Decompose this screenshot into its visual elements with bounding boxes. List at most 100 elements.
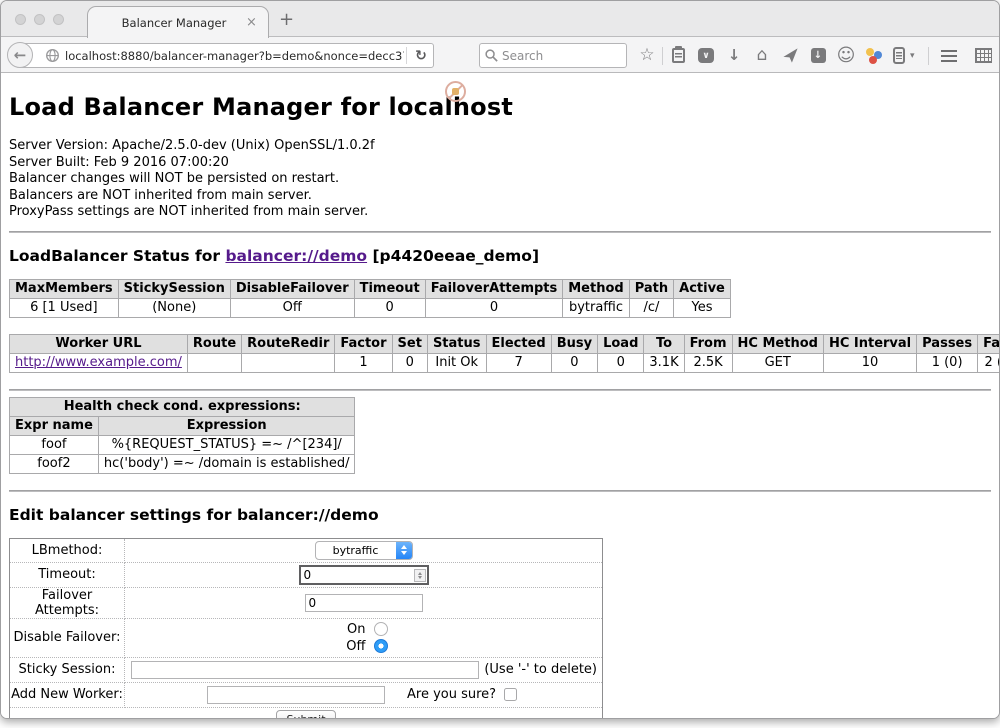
disable-failover-on-radio[interactable] [374, 622, 388, 636]
col-from: From [684, 334, 732, 353]
status-heading: LoadBalancer Status for balancer://demo … [9, 247, 991, 265]
cell-set: 0 [392, 353, 427, 372]
lbmethod-select[interactable]: bytraffic [315, 541, 413, 560]
col-failoverattempts: FailoverAttempts [425, 279, 563, 298]
server-info: Server Version: Apache/2.5.0-dev (Unix) … [9, 138, 991, 221]
col-path: Path [629, 279, 673, 298]
sticky-session-input[interactable] [131, 661, 479, 679]
minimize-window-button[interactable] [34, 14, 45, 25]
reload-icon[interactable]: ↻ [409, 48, 433, 64]
close-window-button[interactable] [15, 14, 26, 25]
cell-expr-name-foof2: foof2 [10, 454, 99, 473]
menu-hamburger-icon[interactable] [935, 50, 963, 62]
col-active: Active [674, 279, 731, 298]
health-header-row: Expr name Expression [10, 416, 355, 435]
cell-from: 2.5K [684, 353, 732, 372]
color-dots-icon[interactable] [860, 47, 888, 64]
cell-elected: 7 [486, 353, 551, 372]
persist-note-line: Balancer changes will NOT be persisted o… [9, 171, 991, 188]
search-input[interactable] [502, 49, 622, 63]
pocket-icon[interactable]: ∨ [692, 48, 720, 63]
save-page-icon[interactable]: ↓ [804, 48, 832, 63]
send-tab-icon[interactable] [776, 47, 804, 64]
health-table-title: Health check cond. expressions: [10, 397, 355, 416]
col-hc-interval: HC Interval [823, 334, 916, 353]
sticky-session-note: (Use '-' to delete) [479, 662, 598, 677]
cell-load: 0 [598, 353, 644, 372]
add-worker-input[interactable] [207, 686, 385, 704]
are-you-sure-checkbox[interactable] [504, 688, 517, 701]
add-worker-label: Add New Worker: [10, 682, 125, 707]
server-version-line: Server Version: Apache/2.5.0-dev (Unix) … [9, 138, 991, 155]
col-timeout: Timeout [354, 279, 425, 298]
balancer-header-row: MaxMembers StickySession DisableFailover… [10, 279, 731, 298]
disable-failover-off-radio[interactable] [374, 639, 388, 653]
forum-smiley-icon[interactable]: ☺ [832, 47, 860, 65]
worker-url-link[interactable]: http://www.example.com/ [15, 355, 182, 370]
toolbar-separator [662, 47, 663, 65]
col-to: To [644, 334, 684, 353]
sticky-session-label: Sticky Session: [10, 657, 125, 682]
edit-balancer-form: LBmethod: bytraffic Timeout: [9, 538, 603, 718]
radio-on-label: On [340, 622, 366, 637]
cell-expression-foof: %{REQUEST_STATUS} =~ /^[234]/ [98, 435, 355, 454]
cell-route [187, 353, 241, 372]
col-busy: Busy [551, 334, 597, 353]
submit-button[interactable]: Submit [276, 710, 335, 718]
col-elected: Elected [486, 334, 551, 353]
col-method: Method [563, 279, 629, 298]
worker-table: Worker URL Route RouteRedir Factor Set S… [9, 334, 999, 373]
tab-close-icon[interactable]: × [246, 15, 268, 30]
add-worker-row: Add New Worker: Are you sure? [10, 682, 603, 707]
inherit-note-line: Balancers are NOT inherited from main se… [9, 188, 991, 205]
url-bar[interactable]: localhost:8880/balancer-manager?b=demo&n… [20, 43, 434, 68]
col-disablefailover: DisableFailover [230, 279, 354, 298]
col-routeredir: RouteRedir [242, 334, 335, 353]
reading-list-icon[interactable] [664, 48, 692, 63]
health-row-foof2: foof2 hc('body') =~ /domain is establish… [10, 454, 355, 473]
globe-icon [45, 48, 60, 63]
tile-grid-icon[interactable] [969, 48, 997, 63]
tab-balancer-manager[interactable]: Balancer Manager × [87, 6, 269, 38]
page-title: Load Balancer Manager for localhost [9, 73, 991, 121]
lbmethod-selected-value: bytraffic [316, 544, 396, 557]
navigation-toolbar: ← localhost:8880/balancer-manager?b=demo… [1, 37, 999, 73]
search-bar[interactable] [479, 43, 627, 68]
health-row-foof: foof %{REQUEST_STATUS} =~ /^[234]/ [10, 435, 355, 454]
url-text[interactable]: localhost:8880/balancer-manager?b=demo&n… [65, 49, 404, 63]
sidebar-panel-icon[interactable] [888, 47, 910, 64]
select-stepper-icon [396, 541, 412, 560]
cell-hc-method: GET [732, 353, 823, 372]
cell-maxmembers: 6 [1 Used] [10, 298, 119, 317]
col-hc-method: HC Method [732, 334, 823, 353]
disable-failover-label: Disable Failover: [10, 618, 125, 657]
tab-title: Balancer Manager [88, 16, 246, 30]
tab-bar: Balancer Manager × + [1, 1, 999, 37]
home-icon[interactable]: ⌂ [748, 47, 776, 64]
toolbar-icons: ☆ ∨ ↓ ⌂ ↓ ☺ ▾ [633, 43, 997, 68]
back-button[interactable]: ← [7, 42, 33, 68]
col-fails: Fails [978, 334, 999, 353]
col-passes: Passes [917, 334, 978, 353]
cell-expr-name-foof: foof [10, 435, 99, 454]
cell-factor: 1 [335, 353, 392, 372]
col-stickysession: StickySession [118, 279, 230, 298]
section-divider [9, 231, 991, 233]
zoom-window-button[interactable] [53, 14, 64, 25]
health-title-row: Health check cond. expressions: [10, 397, 355, 416]
failover-attempts-input[interactable] [305, 594, 423, 612]
cell-routeredir [242, 353, 335, 372]
timeout-input[interactable] [299, 565, 429, 585]
downloads-icon[interactable]: ↓ [720, 48, 748, 63]
timeout-spinner-icon[interactable] [414, 569, 426, 582]
bookmark-star-icon[interactable]: ☆ [633, 47, 661, 64]
balancer-status-table: MaxMembers StickySession DisableFailover… [9, 279, 731, 318]
status-heading-suffix: [p4420eeae_demo] [367, 247, 539, 265]
cell-worker-url: http://www.example.com/ [10, 353, 188, 372]
balancer-demo-link[interactable]: balancer://demo [225, 247, 367, 265]
new-tab-button[interactable]: + [279, 11, 294, 29]
panel-dropdown-caret-icon[interactable]: ▾ [910, 51, 922, 61]
cell-fails: 2 (0) [978, 353, 999, 372]
lbmethod-row: LBmethod: bytraffic [10, 538, 603, 562]
content-blocked-icon[interactable] [445, 81, 466, 102]
